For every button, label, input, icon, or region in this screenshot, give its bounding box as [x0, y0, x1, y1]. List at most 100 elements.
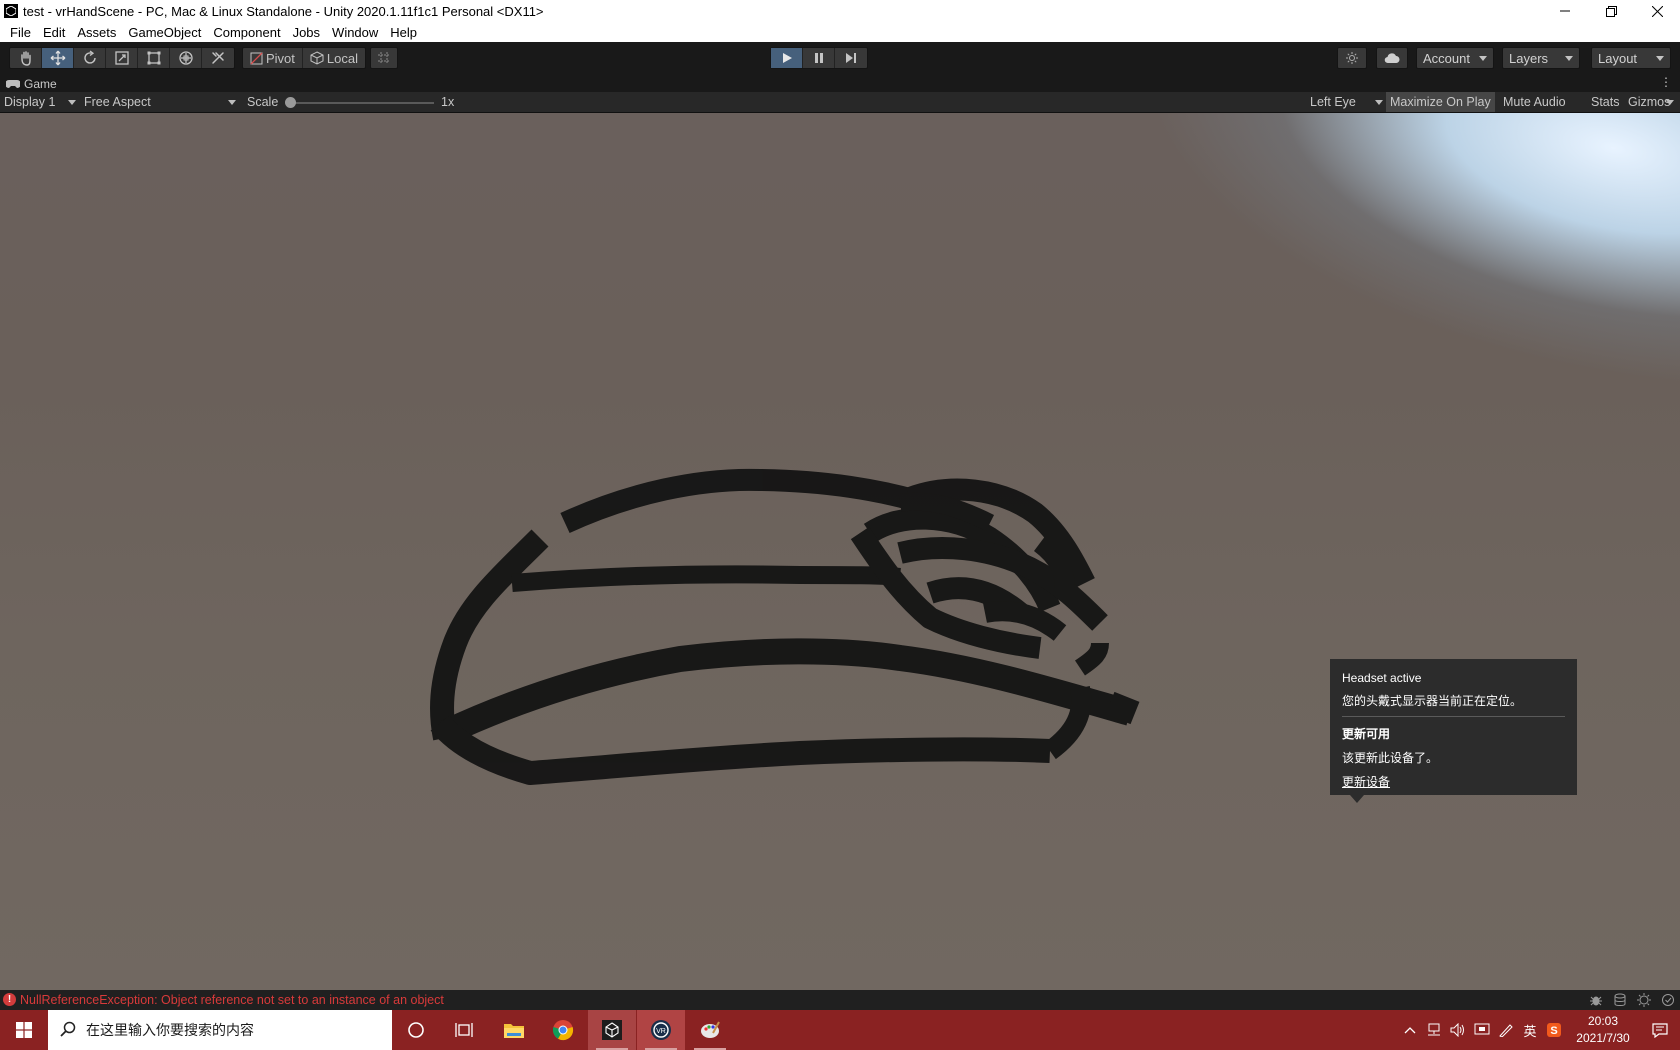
steamvr-icon[interactable]: VR [637, 1010, 685, 1050]
custom-tool-icon[interactable] [202, 48, 234, 68]
popup-divider [1342, 716, 1565, 717]
menu-edit[interactable]: Edit [37, 25, 71, 40]
pivot-local-group: Pivot Local [242, 47, 366, 69]
pivot-label: Pivot [266, 50, 295, 66]
snap-group [370, 47, 398, 69]
gizmos-toggle[interactable]: Gizmos [1610, 92, 1674, 112]
task-view-icon[interactable] [440, 1010, 488, 1050]
chevron-down-icon [1479, 56, 1487, 61]
game-viewport[interactable] [0, 113, 1680, 990]
auto-generate-lighting-icon[interactable] [1636, 993, 1652, 1007]
windows-start-icon[interactable] [0, 1010, 48, 1050]
error-icon: ! [3, 993, 16, 1006]
local-toggle[interactable]: Local [303, 48, 365, 68]
file-explorer-icon[interactable] [490, 1010, 538, 1050]
chevron-down-icon [1656, 56, 1664, 61]
layout-label: Layout [1598, 50, 1638, 66]
pivot-toggle[interactable]: Pivot [243, 48, 303, 68]
menu-jobs[interactable]: Jobs [287, 25, 326, 40]
gamepad-icon [6, 79, 20, 88]
popup-pointer [1350, 795, 1364, 803]
collab-icon[interactable] [1338, 48, 1366, 68]
vr-drawing-strokes [430, 468, 1140, 785]
chevron-down-icon [68, 100, 76, 105]
mute-audio-toggle[interactable]: Mute Audio [1499, 92, 1570, 112]
debug-icon[interactable] [1588, 993, 1604, 1007]
svg-text:S: S [1550, 1025, 1557, 1037]
search-icon [60, 1021, 76, 1040]
collab-group [1337, 47, 1367, 69]
ime-language-indicator[interactable]: 英 [1518, 1010, 1542, 1050]
clock-time: 20:03 [1587, 1014, 1619, 1028]
display-dropdown[interactable]: Display 1 [4, 95, 55, 109]
console-status-bar[interactable]: ! NullReferenceException: Object referen… [0, 990, 1680, 1010]
window-title: test - vrHandScene - PC, Mac & Linux Sta… [23, 3, 544, 19]
transform-tools [9, 47, 235, 69]
popup-headline: Headset active [1342, 671, 1422, 685]
transform-tool-icon[interactable] [170, 48, 202, 68]
window-title-bar: test - vrHandScene - PC, Mac & Linux Sta… [0, 0, 1680, 22]
action-center-icon[interactable] [1640, 1010, 1680, 1050]
layout-dropdown[interactable]: Layout [1591, 47, 1671, 69]
update-device-link[interactable]: 更新设备 [1342, 773, 1565, 790]
play-button-icon[interactable] [771, 48, 803, 68]
menu-assets[interactable]: Assets [71, 25, 122, 40]
eye-dropdown[interactable]: Left Eye [1310, 95, 1356, 109]
paint-icon[interactable] [686, 1010, 734, 1050]
chevron-up-icon[interactable] [1398, 1010, 1422, 1050]
unity-taskbar-icon[interactable] [588, 1010, 636, 1050]
taskbar-search-box[interactable]: 在这里输入你要搜索的内容 [48, 1010, 392, 1050]
scale-tool-icon[interactable] [106, 48, 138, 68]
menu-window[interactable]: Window [326, 25, 384, 40]
aspect-dropdown[interactable]: Free Aspect [84, 95, 151, 109]
scale-slider-thumb[interactable] [285, 97, 296, 108]
menu-bar: File Edit Assets GameObject Component Jo… [0, 22, 1680, 42]
account-label: Account [1423, 50, 1470, 66]
svg-text:VR: VR [656, 1028, 666, 1035]
chevron-down-icon [1375, 100, 1383, 105]
popup-update-detail: 该更新此设备了。 [1342, 751, 1439, 765]
search-placeholder: 在这里输入你要搜索的内容 [86, 1022, 254, 1038]
account-dropdown[interactable]: Account [1416, 47, 1494, 69]
pivot-icon [250, 52, 263, 64]
pause-button-icon[interactable] [803, 48, 835, 68]
restore-icon[interactable] [1588, 0, 1634, 22]
move-tool-icon[interactable] [42, 48, 74, 68]
close-icon[interactable] [1634, 0, 1680, 22]
collab-status-icon[interactable] [1660, 993, 1676, 1007]
cortana-icon[interactable] [392, 1010, 440, 1050]
layers-dropdown[interactable]: Layers [1502, 47, 1580, 69]
pen-icon[interactable] [1494, 1010, 1518, 1050]
network-icon[interactable] [1422, 1010, 1446, 1050]
cloud-group [1376, 47, 1408, 69]
cloud-icon[interactable] [1377, 48, 1407, 68]
menu-help[interactable]: Help [384, 25, 423, 40]
clock-date: 2021/7/30 [1576, 1031, 1630, 1045]
display-settings-icon[interactable] [1470, 1010, 1494, 1050]
step-button-icon[interactable] [835, 48, 867, 68]
minimize-icon[interactable] [1542, 0, 1588, 22]
taskbar-clock[interactable]: 20:03 2021/7/30 [1566, 1013, 1640, 1047]
volume-icon[interactable] [1446, 1010, 1470, 1050]
scale-slider-track[interactable] [288, 102, 434, 104]
main-toolbar: Pivot Local Account Layers Layout [0, 42, 1680, 74]
menu-component[interactable]: Component [207, 25, 286, 40]
chrome-icon[interactable] [539, 1010, 587, 1050]
tab-game-label: Game [24, 76, 57, 91]
rotate-tool-icon[interactable] [74, 48, 106, 68]
scale-value: 1x [441, 95, 455, 109]
rect-tool-icon[interactable] [138, 48, 170, 68]
maximize-on-play-toggle[interactable]: Maximize On Play [1386, 92, 1495, 112]
popup-headline-detail: 您的头戴式显示器当前正在定位。 [1342, 694, 1523, 708]
hand-tool-icon[interactable] [10, 48, 42, 68]
menu-file[interactable]: File [4, 25, 37, 40]
grid-snap-icon[interactable] [371, 48, 397, 68]
kebab-menu-icon[interactable]: ⋮ [1660, 75, 1672, 89]
sogou-input-icon[interactable]: S [1542, 1010, 1566, 1050]
cache-server-icon[interactable] [1612, 993, 1628, 1007]
popup-update-title: 更新可用 [1342, 727, 1391, 741]
headset-notification-popup: Headset active 您的头戴式显示器当前正在定位。 更新可用 该更新此… [1330, 659, 1577, 795]
tab-game[interactable]: Game [6, 75, 57, 92]
menu-gameobject[interactable]: GameObject [122, 25, 207, 40]
error-message[interactable]: NullReferenceException: Object reference… [20, 993, 444, 1007]
